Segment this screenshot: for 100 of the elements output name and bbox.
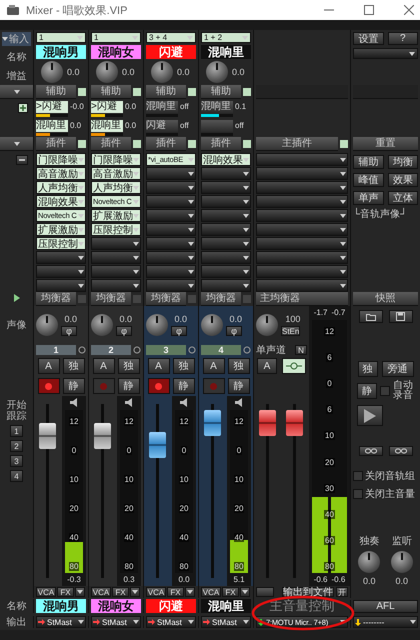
- close-icon[interactable]: [404, 5, 414, 15]
- collapse-arrow-icon[interactable]: [2, 37, 8, 42]
- plugin-header[interactable]: 插件: [91, 137, 131, 151]
- toggle-square[interactable]: [133, 295, 141, 303]
- view-button[interactable]: 均衡: [388, 155, 418, 169]
- plugin-slot[interactable]: [201, 195, 251, 208]
- plugin-slot[interactable]: [146, 195, 196, 208]
- track-button[interactable]: 4: [10, 470, 23, 482]
- plugin-slot[interactable]: 门限降噪: [36, 153, 86, 166]
- toggle-square[interactable]: [188, 295, 196, 303]
- view-button[interactable]: 立体: [388, 191, 418, 205]
- track-button[interactable]: 3: [10, 455, 23, 467]
- gain-knob[interactable]: [206, 61, 228, 83]
- record-button[interactable]: [38, 378, 60, 394]
- plugin-slot[interactable]: [256, 209, 348, 222]
- plugin-slot[interactable]: [146, 251, 196, 264]
- eq-header[interactable]: 均衡器: [36, 292, 76, 306]
- solo-button[interactable]: 独: [62, 358, 84, 374]
- master-eq-header[interactable]: 主均衡器: [256, 292, 348, 306]
- fader-handle[interactable]: [94, 422, 111, 449]
- plugin-slot[interactable]: [146, 209, 196, 222]
- circle-icon[interactable]: [188, 346, 196, 354]
- plugin-slot[interactable]: [256, 223, 348, 236]
- fx-menu-button[interactable]: [75, 587, 85, 597]
- fx-menu-button[interactable]: [185, 587, 195, 597]
- automation-button[interactable]: A: [38, 358, 60, 374]
- toggle-square[interactable]: [188, 88, 196, 96]
- toggle-square[interactable]: [243, 88, 251, 96]
- track-name[interactable]: 闪避: [146, 45, 196, 59]
- level-knob[interactable]: [390, 551, 413, 573]
- circle-icon[interactable]: [78, 346, 86, 354]
- plugin-slot[interactable]: [36, 265, 86, 278]
- phase-button[interactable]: φ: [171, 326, 187, 336]
- fx-button[interactable]: FX: [222, 587, 239, 597]
- fader-handle[interactable]: [39, 422, 56, 449]
- mute-button[interactable]: 静: [357, 382, 377, 399]
- fx-button[interactable]: FX: [57, 587, 74, 597]
- send-level-track[interactable]: [36, 132, 68, 136]
- track-number[interactable]: 4: [201, 345, 241, 355]
- plugin-slot[interactable]: [201, 237, 251, 250]
- automation-button[interactable]: A: [148, 358, 170, 374]
- fx-button[interactable]: FX: [112, 587, 129, 597]
- afl-button[interactable]: AFL: [353, 600, 418, 612]
- plugin-slot[interactable]: [256, 251, 348, 264]
- gain-knob[interactable]: [41, 61, 63, 83]
- toggle-square[interactable]: [78, 140, 86, 148]
- expand-arrow-icon[interactable]: [14, 294, 20, 302]
- plugin-slot[interactable]: [36, 251, 86, 264]
- plugin-slot[interactable]: [256, 237, 348, 250]
- plugin-slot[interactable]: 高音激励: [91, 167, 141, 180]
- toggle-square[interactable]: [78, 88, 86, 96]
- circle-icon[interactable]: [243, 346, 251, 354]
- plugin-slot[interactable]: [91, 237, 141, 250]
- input-dropdown[interactable]: 1 + 2: [201, 32, 251, 43]
- vca-button[interactable]: VCA: [91, 587, 111, 597]
- view-button[interactable]: 效果: [388, 173, 418, 187]
- plugin-slot[interactable]: 门限降噪: [91, 153, 141, 166]
- gain-knob[interactable]: [96, 61, 118, 83]
- monitor-output-dropdown[interactable]: --------: [353, 616, 418, 628]
- track-name[interactable]: 混响里: [201, 45, 251, 59]
- toggle-square[interactable]: [133, 140, 141, 148]
- view-button[interactable]: 峰值: [353, 173, 384, 187]
- send-label[interactable]: 闪避: [146, 120, 178, 132]
- send-level-track[interactable]: [201, 114, 233, 116]
- master-plugin-header[interactable]: 主插件: [256, 137, 338, 151]
- plugin-slot[interactable]: [201, 181, 251, 194]
- send-level-track[interactable]: [91, 132, 123, 136]
- plugin-slot[interactable]: [256, 181, 348, 194]
- plugin-slot[interactable]: [201, 209, 251, 222]
- reset-button[interactable]: 重置: [353, 137, 418, 151]
- plugin-slot[interactable]: [256, 167, 348, 180]
- plugin-header[interactable]: 插件: [201, 137, 241, 151]
- toggle-square[interactable]: [133, 88, 141, 96]
- link-toggle[interactable]: [282, 358, 306, 374]
- plugin-slot[interactable]: [201, 167, 251, 180]
- fader-handle[interactable]: [204, 410, 221, 436]
- gain-knob[interactable]: [151, 61, 173, 83]
- track-button[interactable]: 2: [10, 440, 23, 452]
- circle-icon[interactable]: [133, 346, 141, 354]
- toggle-square[interactable]: [78, 295, 86, 303]
- add-button[interactable]: [18, 103, 28, 113]
- plugin-collapse-button[interactable]: [0, 137, 33, 151]
- plugin-slot[interactable]: [91, 265, 141, 278]
- phase-button[interactable]: φ: [116, 326, 132, 336]
- output-dropdown[interactable]: StMast: [146, 616, 196, 628]
- send-level-track[interactable]: [201, 132, 233, 136]
- bypass-button[interactable]: 旁通: [382, 360, 414, 377]
- plugin-slot[interactable]: [91, 279, 141, 292]
- vca-button[interactable]: VCA: [146, 587, 166, 597]
- plugin-slot[interactable]: 扩展激励: [36, 223, 86, 236]
- track-number[interactable]: 2: [91, 345, 131, 355]
- view-button[interactable]: 单声: [353, 191, 384, 205]
- fader-handle[interactable]: [286, 410, 303, 436]
- phase-button[interactable]: φ: [226, 326, 242, 336]
- send-label[interactable]: >闪避: [91, 100, 123, 112]
- output-dropdown[interactable]: StMast: [36, 616, 86, 628]
- checkbox[interactable]: [353, 471, 363, 482]
- plugin-slot[interactable]: [256, 279, 348, 292]
- view-button[interactable]: 辅助: [353, 155, 384, 169]
- level-knob[interactable]: [358, 551, 380, 573]
